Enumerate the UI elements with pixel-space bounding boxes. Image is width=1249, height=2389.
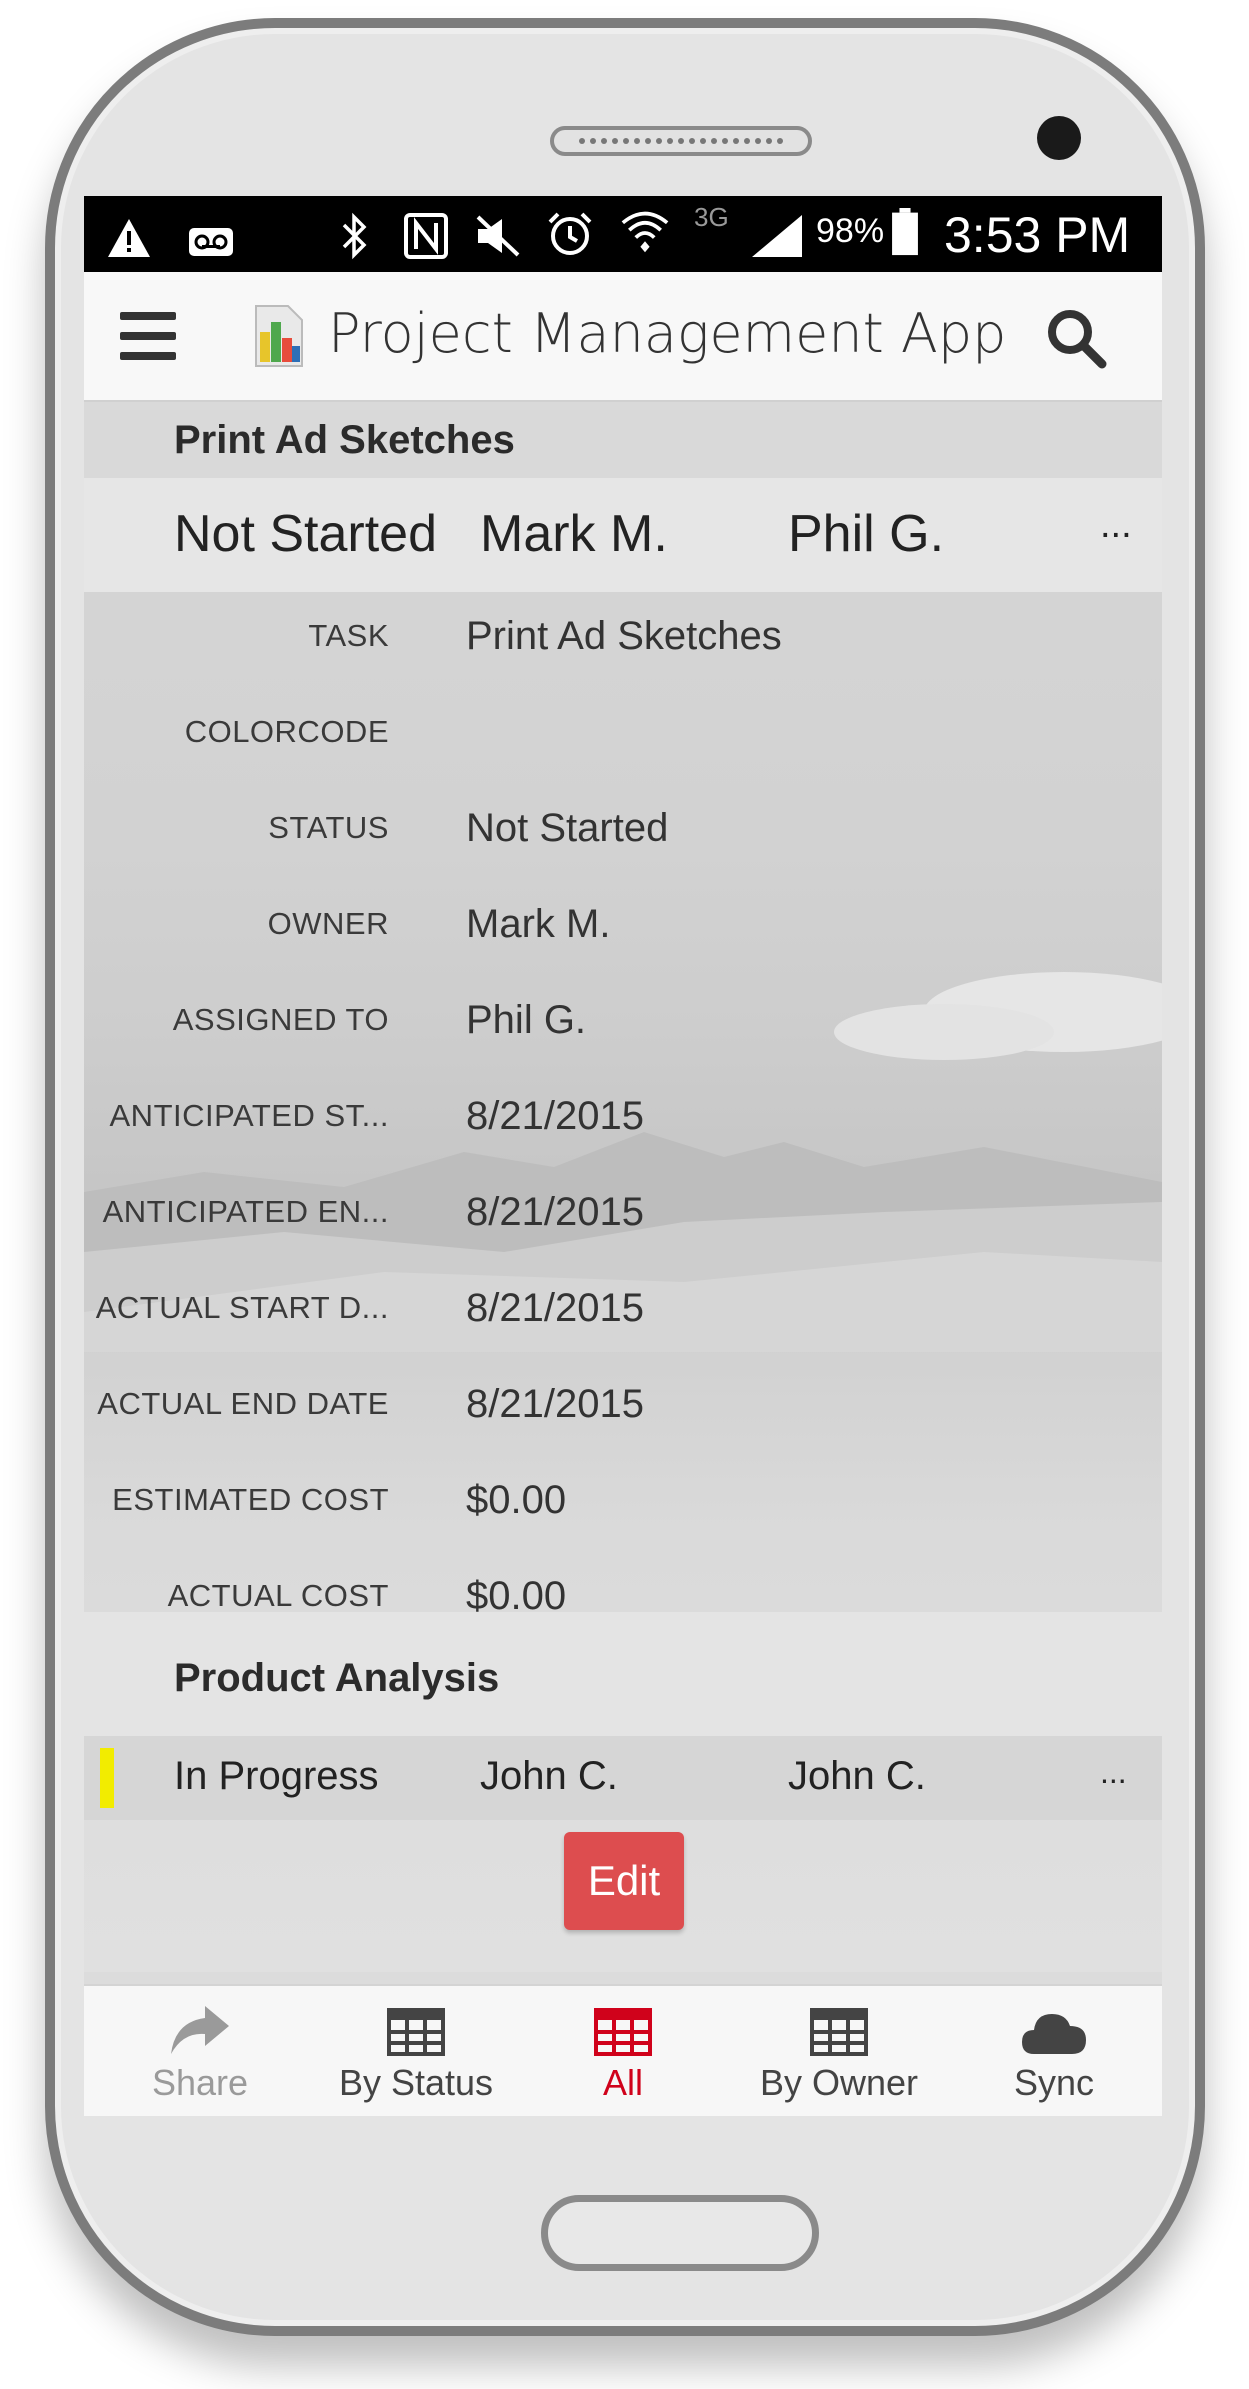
record-list: Print Ad Sketches Not Started Mark M. Ph… [84,402,1162,1972]
summary-assigned-to: Phil G. [788,505,945,563]
field-label: OWNER [267,906,389,941]
nav-by-owner[interactable]: By Owner [739,2000,939,2104]
nav-all[interactable]: All [523,2000,723,2104]
network-type: 3G [694,202,729,232]
summary-owner: John C. [480,1754,618,1798]
voicemail-icon [189,228,233,256]
field-label: ACTUAL START D... [95,1290,389,1325]
nav-label: All [602,2062,643,2103]
field-row: ANTICIPATED EN... 8/21/2015 [84,1190,1162,1290]
nav-share[interactable]: Share [100,2000,300,2104]
field-value: Phil G. [466,998,587,1042]
signal-icon [752,215,802,257]
alarm-icon [548,212,592,255]
record-summary-row[interactable]: In Progress John C. John C. ... [84,1736,1162,1820]
nav-label: Share [151,2062,249,2103]
battery-icon [892,208,918,256]
field-row: ESTIMATED COST $0.00 [84,1478,1162,1578]
field-label: ANTICIPATED EN... [102,1194,389,1229]
field-label: TASK [308,618,389,653]
field-value: 8/21/2015 [466,1094,644,1138]
summary-more[interactable]: ... [1100,504,1132,547]
field-value: 8/21/2015 [466,1382,644,1426]
nav-label: By Owner [759,2062,919,2103]
app-title: Project Management App [328,302,1007,365]
field-row: STATUS Not Started [84,806,1162,906]
status-bar: 3G 98% 3:53 PM [84,196,1162,272]
field-label: ANTICIPATED ST... [109,1098,389,1133]
field-row: ASSIGNED TO Phil G. [84,998,1162,1098]
speaker-grille [550,126,812,156]
grid-icon [387,2008,445,2056]
nav-label: Sync [1013,2062,1095,2103]
nav-label: By Status [338,2062,494,2103]
field-label: ACTUAL COST [167,1578,389,1613]
field-value: $0.00 [466,1478,567,1522]
mute-icon [476,215,520,257]
field-row: ACTUAL START D... 8/21/2015 [84,1286,1162,1386]
phone-screen: 3G 98% 3:53 PM Project Management App Pr… [84,196,1162,2116]
field-row: OWNER Mark M. [84,902,1162,1002]
nav-by-status[interactable]: By Status [316,2000,516,2104]
grid-icon [594,2008,652,2056]
nav-sync[interactable]: Sync [954,2000,1154,2104]
field-label: ASSIGNED TO [172,1002,389,1037]
color-code-strip [100,1748,114,1808]
field-label: COLORCODE [184,714,389,749]
field-value: Print Ad Sketches [466,614,782,658]
summary-status: Not Started [174,505,438,563]
warning-icon [108,219,150,257]
field-value: Mark M. [466,902,611,946]
app-logo-icon [255,305,303,367]
edit-button[interactable]: Edit [564,1832,684,1930]
share-icon [171,2006,229,2054]
bottom-nav: Share By Status All By Owner Sync [84,1984,1162,2116]
field-row: ACTUAL END DATE 8/21/2015 [84,1382,1162,1482]
record-header[interactable]: Print Ad Sketches [84,402,1162,478]
field-label: ACTUAL END DATE [97,1386,389,1421]
summary-more[interactable]: ... [1100,1754,1127,1791]
field-row: ANTICIPATED ST... 8/21/2015 [84,1094,1162,1194]
summary-owner: Mark M. [480,505,668,563]
bluetooth-icon [342,212,367,260]
front-camera [1037,116,1081,160]
summary-status: In Progress [174,1754,379,1798]
field-label: STATUS [268,810,389,845]
summary-assigned-to: John C. [788,1754,926,1798]
home-button[interactable] [541,2195,819,2271]
field-value: Not Started [466,806,669,850]
field-row: TASK Print Ad Sketches [84,614,1162,714]
clock: 3:53 PM [944,207,1131,263]
search-icon[interactable] [1044,306,1108,370]
wifi-icon [621,211,669,253]
grid-icon [810,2008,868,2056]
cloud-icon [1022,2014,1086,2054]
nfc-icon [404,213,448,259]
field-row: COLORCODE [84,714,1162,810]
battery-percent: 98% [816,212,885,250]
record-summary-row[interactable]: Not Started Mark M. Phil G. ... [84,478,1162,592]
record-header[interactable]: Product Analysis [84,1612,1162,1736]
menu-icon[interactable] [120,312,176,360]
field-value: 8/21/2015 [466,1286,644,1330]
field-label: ESTIMATED COST [112,1482,389,1517]
app-bar: Project Management App [84,272,1162,402]
field-value: 8/21/2015 [466,1190,644,1234]
